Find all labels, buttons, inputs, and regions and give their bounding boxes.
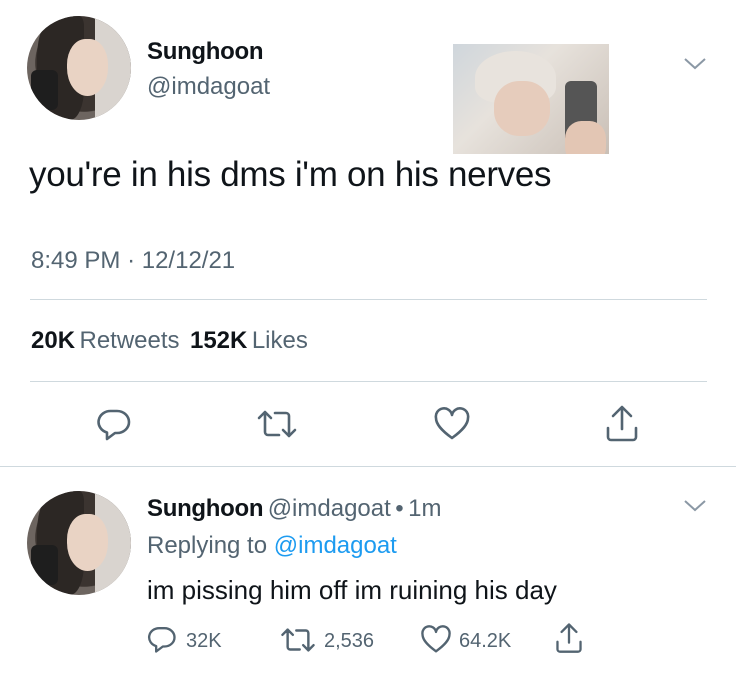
share-icon[interactable] [605,404,639,444]
likes-stat[interactable]: 152K Likes [190,327,308,354]
engagement-stats: 20K Retweets 152K Likes [31,327,308,355]
reply-dot: • [395,495,404,522]
avatar[interactable] [27,16,131,120]
divider [30,381,707,382]
chevron-down-icon[interactable] [683,498,707,514]
retweet-icon[interactable] [255,408,299,440]
retweets-count: 20K [31,327,76,354]
retweet-count: 2,536 [324,630,375,652]
like-count: 64.2K [459,630,512,652]
likes-count: 152K [189,327,248,354]
reply-author-name[interactable]: Sunghoon [147,495,264,522]
reply-count: 32K [186,630,222,652]
divider [0,466,736,467]
author-name[interactable]: Sunghoon [147,38,264,66]
share-icon[interactable] [555,622,583,655]
reply-author-handle[interactable]: @imdagoat [268,495,391,522]
heart-icon[interactable] [433,407,471,441]
reply-icon[interactable] [96,406,132,442]
author-handle[interactable]: @imdagoat [147,73,270,101]
tweet-timestamp[interactable]: 8:49 PM · 12/12/21 [31,247,235,275]
reply-icon[interactable] [147,624,177,654]
reply-text: im pissing him off im ruining his day [147,575,557,605]
retweet-icon[interactable] [279,626,317,654]
divider [30,299,707,300]
replying-handle-link[interactable]: @imdagoat [274,532,397,559]
retweets-stat[interactable]: 20K Retweets [31,327,184,354]
heart-icon[interactable] [420,625,452,654]
chevron-down-icon[interactable] [683,56,707,72]
retweets-label: Retweets [79,327,180,354]
reply-avatar[interactable] [27,491,131,595]
tweet-date: 12/12/21 [141,247,236,274]
likes-label: Likes [251,327,308,354]
meta-separator: · [127,247,136,274]
overlay-photo [453,44,609,154]
tweet-time: 8:49 PM [31,247,121,274]
replying-to: Replying to @imdagoat [147,532,397,560]
replying-prefix: Replying to [147,532,268,559]
reply-header: Sunghoon @imdagoat • 1m [147,495,441,523]
tweet-text: you're in his dms i'm on his nerves [29,155,552,194]
reply-time[interactable]: 1m [408,495,441,522]
